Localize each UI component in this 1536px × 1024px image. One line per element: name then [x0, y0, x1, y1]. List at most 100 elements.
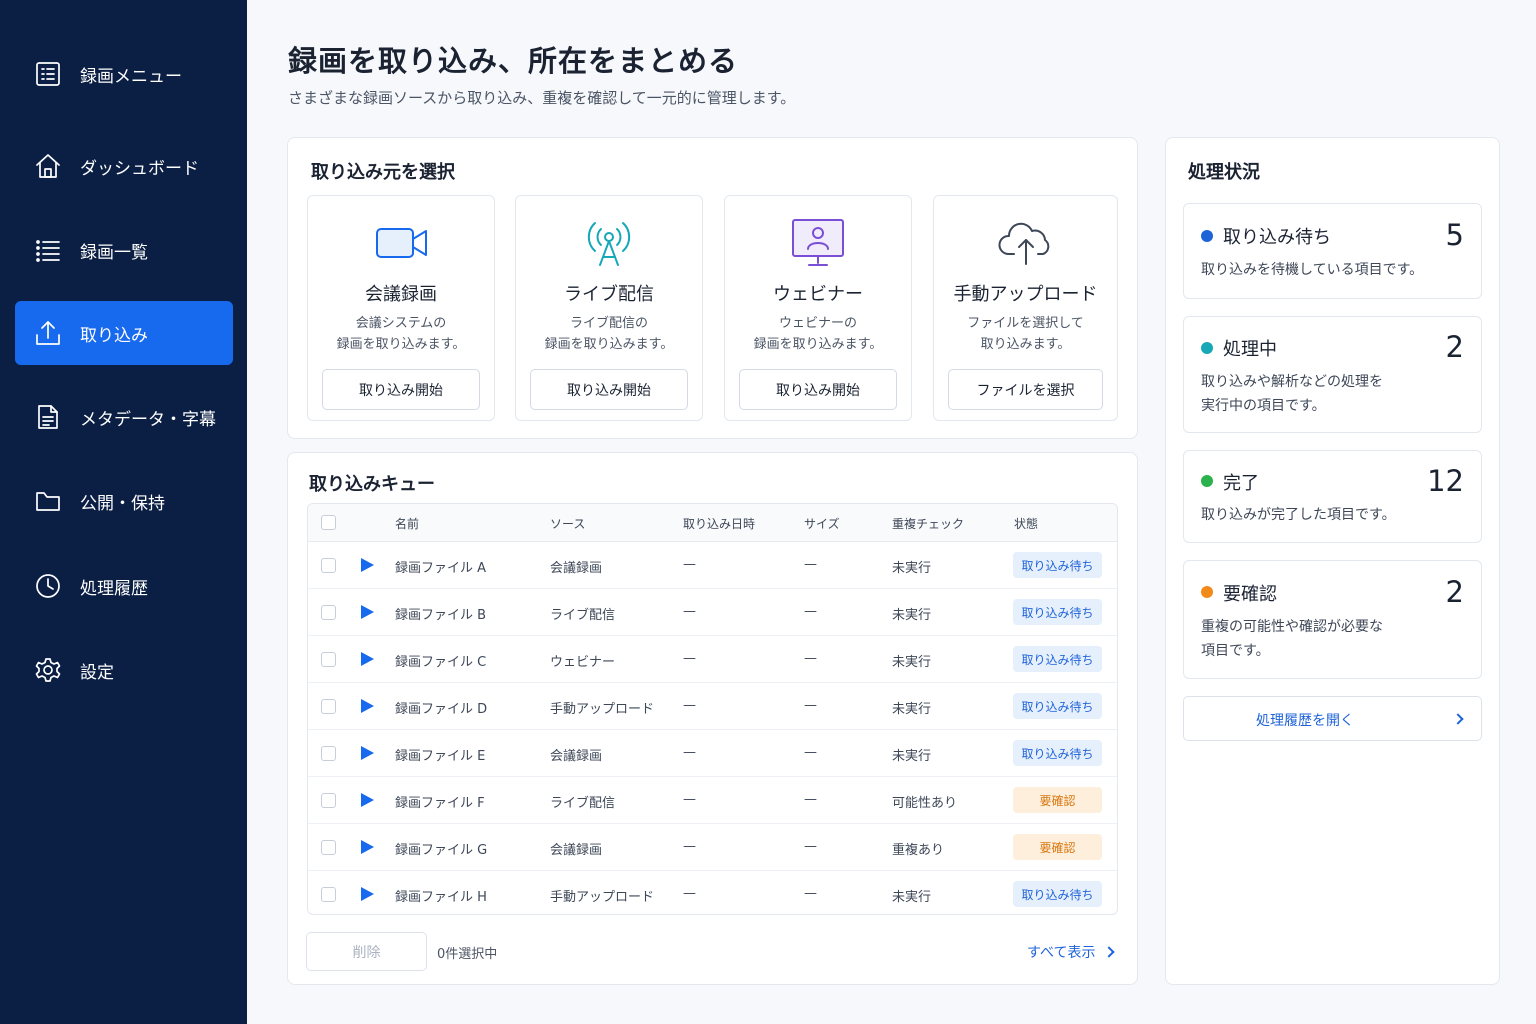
table-row[interactable]: 録画ファイル H 手動アップロード — — 未実行 取り込み待ち	[308, 871, 1117, 914]
start-import-button[interactable]: 取り込み開始	[739, 369, 897, 410]
start-import-button[interactable]: 取り込み開始	[322, 369, 480, 410]
cell-name: 録画ファイル A	[395, 561, 487, 576]
cell-source: ウェビナー	[550, 655, 616, 670]
selected-count: 0件選択中	[437, 947, 498, 962]
table-row[interactable]: 録画ファイル F ライブ配信 — — 可能性あり 要確認	[308, 777, 1117, 824]
source-card-webinar: ウェビナー ウェビナーの 録画を取り込みます。 取り込み開始	[724, 195, 912, 421]
cell-duplicate-check: 未実行	[892, 561, 932, 576]
sidebar-item-label: 設定	[80, 662, 114, 683]
sidebar-item-publish[interactable]: 公開・保持	[15, 469, 233, 533]
play-icon[interactable]	[361, 652, 374, 666]
cell-size: —	[804, 698, 817, 713]
status-description: 重複の可能性や確認が必要な 項目です。	[1201, 619, 1383, 659]
source-title: ウェビナー	[773, 284, 863, 305]
open-history-button[interactable]: 処理履歴を開く	[1183, 696, 1482, 741]
table-row[interactable]: 録画ファイル A 会議録画 — — 未実行 取り込み待ち	[308, 542, 1117, 589]
row-checkbox[interactable]	[321, 699, 336, 714]
sidebar-item-metadata[interactable]: メタデータ・字幕	[15, 385, 233, 449]
status-card-waiting[interactable]: 取り込み待ち 5 取り込みを待機している項目です。	[1183, 203, 1482, 299]
table-row[interactable]: 録画ファイル E 会議録画 — — 未実行 取り込み待ち	[308, 730, 1117, 777]
delete-button[interactable]: 削除	[306, 932, 427, 971]
row-checkbox[interactable]	[321, 887, 336, 902]
status-card-needs-review[interactable]: 要確認 2 重複の可能性や確認が必要な 項目です。	[1183, 560, 1482, 679]
cell-source: 手動アップロード	[550, 702, 655, 717]
cell-duplicate-check: 未実行	[892, 702, 932, 717]
source-description: 会議システムの 録画を取り込みます。	[336, 316, 466, 352]
play-icon[interactable]	[361, 605, 374, 619]
cell-name: 録画ファイル E	[395, 749, 486, 764]
select-file-button[interactable]: ファイルを選択	[948, 369, 1103, 410]
column-header-size[interactable]: サイズ	[804, 515, 840, 532]
table-header: 名前 ソース 取り込み日時 サイズ 重複チェック 状態	[308, 504, 1117, 542]
upload-icon	[33, 318, 63, 348]
cell-duplicate-check: 可能性あり	[892, 796, 958, 811]
status-badge: 取り込み待ち	[1013, 881, 1102, 907]
row-checkbox[interactable]	[321, 652, 336, 667]
sidebar-item-history[interactable]: 処理履歴	[15, 554, 233, 618]
cell-size: —	[804, 557, 817, 572]
select-all-checkbox[interactable]	[321, 515, 336, 530]
play-icon[interactable]	[361, 699, 374, 713]
cell-date: —	[683, 604, 696, 619]
status-label: 取り込み待ち	[1223, 227, 1331, 248]
sidebar-item-import[interactable]: 取り込み	[15, 301, 233, 365]
row-checkbox[interactable]	[321, 793, 336, 808]
sidebar-item-recording-menu[interactable]: 録画メニュー	[15, 42, 233, 106]
play-icon[interactable]	[361, 887, 374, 901]
chevron-right-icon	[1452, 713, 1464, 725]
source-card-manual: 手動アップロード ファイルを選択して 取り込みます。 ファイルを選択	[933, 195, 1118, 421]
sidebar-item-label: 録画一覧	[80, 242, 148, 263]
status-dot-icon	[1201, 230, 1213, 242]
row-checkbox[interactable]	[321, 840, 336, 855]
row-checkbox[interactable]	[321, 746, 336, 761]
panel-title: 取り込みキュー	[309, 474, 435, 495]
play-icon[interactable]	[361, 793, 374, 807]
status-description: 取り込みが完了した項目です。	[1201, 507, 1396, 523]
status-count: 2	[1445, 330, 1464, 364]
cell-name: 録画ファイル D	[395, 702, 488, 717]
list-icon	[33, 235, 63, 265]
cell-duplicate-check: 未実行	[892, 608, 932, 623]
cell-source: 手動アップロード	[550, 890, 655, 905]
webinar-monitor-icon	[725, 216, 911, 270]
menu-list-icon	[33, 59, 63, 89]
table-row[interactable]: 録画ファイル C ウェビナー — — 未実行 取り込み待ち	[308, 636, 1117, 683]
clock-icon	[33, 571, 63, 601]
table-row[interactable]: 録画ファイル D 手動アップロード — — 未実行 取り込み待ち	[308, 683, 1117, 730]
page-title: 録画を取り込み、所在をまとめる	[288, 44, 739, 78]
status-card-completed[interactable]: 完了 12 取り込みが完了した項目です。	[1183, 450, 1482, 543]
cell-date: —	[683, 839, 696, 854]
sidebar-item-dashboard[interactable]: ダッシュボード	[15, 134, 233, 198]
column-header-source[interactable]: ソース	[550, 515, 585, 532]
cell-size: —	[804, 745, 817, 760]
table-row[interactable]: 録画ファイル B ライブ配信 — — 未実行 取り込み待ち	[308, 589, 1117, 636]
show-all-link[interactable]: すべて表示	[1027, 942, 1116, 962]
status-badge: 取り込み待ち	[1013, 740, 1102, 766]
status-badge: 要確認	[1013, 834, 1102, 860]
row-checkbox[interactable]	[321, 558, 336, 573]
cell-source: 会議録画	[550, 749, 603, 764]
column-header-name[interactable]: 名前	[395, 515, 419, 532]
play-icon[interactable]	[361, 746, 374, 760]
column-header-status[interactable]: 状態	[1014, 515, 1038, 532]
cell-size: —	[804, 886, 817, 901]
cell-source: ライブ配信	[550, 608, 616, 623]
cell-source: 会議録画	[550, 843, 603, 858]
status-card-processing[interactable]: 処理中 2 取り込みや解析などの処理を 実行中の項目です。	[1183, 316, 1482, 433]
start-import-button[interactable]: 取り込み開始	[530, 369, 688, 410]
column-header-duplicate-check[interactable]: 重複チェック	[892, 515, 964, 532]
sidebar-item-label: 取り込み	[80, 325, 148, 346]
cell-duplicate-check: 未実行	[892, 749, 932, 764]
play-icon[interactable]	[361, 558, 374, 572]
status-badge: 取り込み待ち	[1013, 646, 1102, 672]
sidebar-item-label: 録画メニュー	[80, 66, 182, 87]
sidebar: 録画メニュー ダッシュボード 録画一覧 取り込み メタデータ・字幕 公開・保持	[0, 0, 247, 1024]
play-icon[interactable]	[361, 840, 374, 854]
column-header-date[interactable]: 取り込み日時	[683, 515, 755, 532]
sidebar-item-recording-list[interactable]: 録画一覧	[15, 218, 233, 282]
video-camera-icon	[308, 216, 494, 270]
sidebar-item-label: ダッシュボード	[80, 158, 199, 179]
table-row[interactable]: 録画ファイル G 会議録画 — — 重複あり 要確認	[308, 824, 1117, 871]
row-checkbox[interactable]	[321, 605, 336, 620]
sidebar-item-settings[interactable]: 設定	[15, 638, 233, 702]
